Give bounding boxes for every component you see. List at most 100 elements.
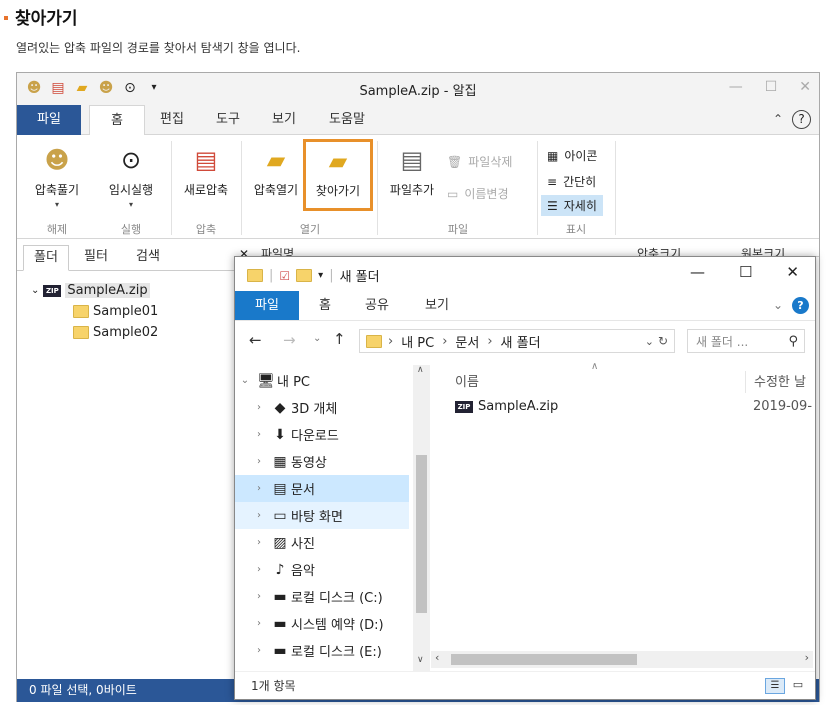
tab-filter[interactable]: 필터	[73, 245, 119, 271]
menu-tools[interactable]: 도구	[203, 105, 253, 135]
recent-dropdown-icon[interactable]: ⌄	[313, 333, 321, 344]
col-modified-header[interactable]: 수정한 날	[745, 371, 815, 393]
grid-icon: ▦	[547, 148, 559, 163]
alzip-menubar: 파일 홈 편집 도구 보기 도움말 ⌃ ?	[17, 105, 819, 136]
chevron-right-icon[interactable]: ›	[249, 591, 269, 602]
chevron-down-icon[interactable]: ⌄	[645, 335, 654, 348]
large-icons-view-icon[interactable]: ▭	[789, 678, 807, 694]
view-simple-button[interactable]: ≡ 간단히	[543, 171, 600, 192]
delete-file-button[interactable]: 🗑 파일삭제	[447, 153, 512, 170]
properties-icon[interactable]: ☑	[279, 269, 290, 283]
breadcrumb-new-folder[interactable]: 새 폴더	[501, 332, 541, 351]
temp-run-label: 임시실행	[108, 183, 154, 197]
nav-item[interactable]: › ▬ 로컬 디스크 (C:)	[235, 583, 409, 610]
breadcrumb-my-pc[interactable]: 내 PC	[401, 332, 434, 351]
zip-file-icon: ▤	[194, 146, 218, 174]
dropdown-icon[interactable]: ▾	[318, 270, 323, 281]
nav-item[interactable]: › ▨ 사진	[235, 529, 409, 556]
scroll-thumb[interactable]	[451, 654, 637, 665]
separator: |	[329, 268, 334, 283]
temp-run-button[interactable]: ⊙ 임시실행 ▾	[99, 145, 163, 209]
explorer-tab-share[interactable]: 공유	[355, 291, 399, 320]
address-bar[interactable]: › 내 PC › 문서 › 새 폴더 ⌄ ↻	[359, 329, 675, 353]
folder-icon	[73, 305, 89, 318]
menu-edit[interactable]: 편집	[147, 105, 197, 135]
nav-item[interactable]: › ▬ 시스템 예약 (D:)	[235, 610, 409, 637]
scroll-left-icon[interactable]: ‹	[435, 651, 439, 664]
folder-location-icon: ▰	[328, 147, 348, 175]
explorer-tab-home[interactable]: 홈	[307, 291, 343, 320]
tree-item[interactable]: Sample01	[73, 304, 158, 319]
help-icon[interactable]: ?	[792, 110, 811, 129]
nav-item[interactable]: › ▤ 문서	[235, 475, 409, 502]
chevron-right-icon[interactable]: ›	[249, 645, 269, 656]
nav-item[interactable]: › ◆ 3D 개체	[235, 394, 409, 421]
expand-ribbon-icon[interactable]: ⌄	[773, 298, 783, 312]
scroll-thumb[interactable]	[416, 455, 427, 613]
chevron-right-icon[interactable]: ›	[249, 510, 269, 521]
maximize-icon[interactable]: ☐	[739, 263, 752, 281]
goto-button[interactable]: ▰ 찾아가기	[303, 139, 373, 211]
unzip-button[interactable]: ☻ 압축풀기 ▾	[25, 145, 89, 209]
nav-item[interactable]: › ▦ 동영상	[235, 448, 409, 475]
close-icon[interactable]: ✕	[786, 263, 799, 281]
col-name-header[interactable]: 이름	[455, 371, 479, 390]
nav-item[interactable]: › ▭ 바탕 화면	[235, 502, 409, 529]
nav-scrollbar[interactable]: ∧ ∨	[413, 365, 430, 671]
nav-item[interactable]: ⌄ 🖥 내 PC	[235, 367, 409, 394]
chevron-down-icon: ⌄	[31, 285, 40, 296]
maximize-icon[interactable]: ☐	[765, 79, 778, 95]
up-arrow-icon[interactable]: ↑	[333, 330, 346, 348]
nav-item-label: 다운로드	[291, 429, 339, 444]
chevron-down-icon[interactable]: ⌄	[235, 375, 255, 386]
tree-item[interactable]: Sample02	[73, 325, 158, 340]
collapse-ribbon-icon[interactable]: ⌃	[773, 112, 783, 126]
menu-home[interactable]: 홈	[89, 105, 145, 136]
chevron-right-icon[interactable]: ›	[249, 429, 269, 440]
file-row[interactable]: ZIP SampleA.zip	[455, 399, 558, 414]
menu-view[interactable]: 보기	[259, 105, 309, 135]
scroll-up-icon[interactable]: ∧	[417, 365, 424, 375]
refresh-icon[interactable]: ↻	[658, 334, 668, 348]
chevron-right-icon[interactable]: ›	[249, 402, 269, 413]
tree-root[interactable]: ⌄ ZIP SampleA.zip	[31, 283, 150, 298]
menu-file[interactable]: 파일	[17, 105, 81, 135]
menu-help[interactable]: 도움말	[317, 105, 377, 135]
minimize-icon[interactable]: —	[690, 263, 705, 281]
chevron-right-icon[interactable]: ›	[249, 564, 269, 575]
new-zip-button[interactable]: ▤ 새로압축	[175, 145, 237, 198]
chevron-right-icon[interactable]: ›	[249, 618, 269, 629]
rename-button[interactable]: ▭ 이름변경	[447, 185, 509, 202]
file-name: SampleA.zip	[478, 399, 559, 414]
breadcrumb-documents[interactable]: 문서	[455, 332, 479, 351]
view-detail-button[interactable]: ☰ 자세히	[541, 195, 603, 216]
chevron-right-icon[interactable]: ›	[249, 537, 269, 548]
tab-search[interactable]: 검색	[125, 245, 171, 271]
search-input[interactable]: 새 폴더 ... ⚲	[687, 329, 805, 353]
details-view-icon[interactable]: ☰	[765, 678, 785, 694]
open-zip-button[interactable]: ▰ 압축열기	[245, 145, 307, 198]
tab-folder[interactable]: 폴더	[23, 245, 69, 271]
chevron-right-icon[interactable]: ›	[249, 456, 269, 467]
search-icon: ⚲	[788, 333, 798, 349]
scroll-right-icon[interactable]: ›	[805, 651, 809, 664]
horizontal-scrollbar[interactable]: ‹ ›	[431, 651, 813, 668]
forward-arrow-icon[interactable]: →	[283, 331, 296, 349]
open-folder-icon: ▰	[266, 146, 286, 174]
nav-item[interactable]: › ⬇ 다운로드	[235, 421, 409, 448]
add-file-button[interactable]: ▤ 파일추가	[383, 145, 441, 198]
ribbon-separator	[171, 141, 172, 235]
minimize-icon[interactable]: —	[729, 79, 743, 95]
new-folder-icon[interactable]	[296, 269, 313, 282]
help-icon[interactable]: ?	[792, 297, 809, 314]
view-icon-button[interactable]: ▦ 아이콘	[543, 145, 601, 166]
close-icon[interactable]: ✕	[799, 79, 811, 95]
scroll-down-icon[interactable]: ∨	[417, 655, 424, 665]
explorer-tab-file[interactable]: 파일	[235, 291, 299, 320]
back-arrow-icon[interactable]: ←	[249, 331, 262, 349]
chevron-right-icon[interactable]: ›	[249, 483, 269, 494]
explorer-tab-view[interactable]: 보기	[415, 291, 459, 320]
explorer-window: | ☑ ▾ | 새 폴더 — ☐ ✕ 파일 홈 공유 보기 ⌄ ? ← → ⌄ …	[234, 256, 816, 700]
nav-item[interactable]: › ♪ 음악	[235, 556, 409, 583]
nav-item[interactable]: › ▬ 로컬 디스크 (E:)	[235, 637, 409, 664]
